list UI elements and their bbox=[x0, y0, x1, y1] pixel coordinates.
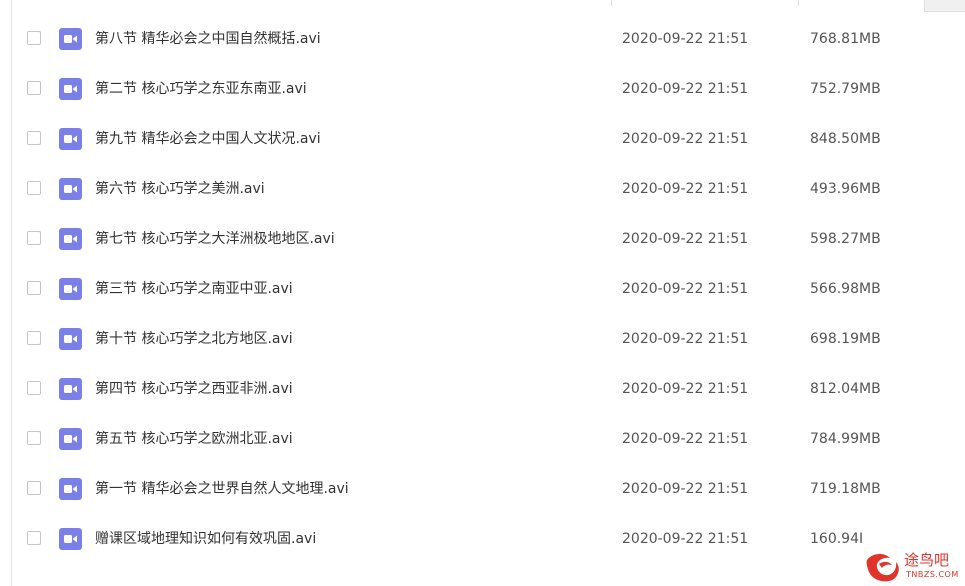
file-name[interactable]: 第五节 核心巧学之欧洲北亚.avi bbox=[95, 414, 293, 464]
video-file-icon bbox=[59, 378, 82, 400]
row-checkbox[interactable] bbox=[27, 431, 41, 445]
file-modified-date: 2020-09-22 21:51 bbox=[622, 281, 749, 297]
row-checkbox[interactable] bbox=[27, 81, 41, 95]
row-checkbox[interactable] bbox=[27, 381, 41, 395]
file-name[interactable]: 赠课区域地理知识如何有效巩固.avi bbox=[95, 514, 316, 564]
row-checkbox[interactable] bbox=[27, 181, 41, 195]
file-row[interactable]: 第十节 核心巧学之北方地区.avi 2020-09-22 21:51 698.1… bbox=[0, 314, 965, 364]
file-modified-date: 2020-09-22 21:51 bbox=[622, 431, 749, 447]
video-file-icon bbox=[59, 128, 82, 150]
file-row[interactable]: 第二节 核心巧学之东亚东南亚.avi 2020-09-22 21:51 752.… bbox=[0, 64, 965, 114]
video-file-icon bbox=[59, 228, 82, 250]
file-size: 160.94I bbox=[810, 531, 864, 547]
file-row[interactable]: 第一节 精华必会之世界自然人文地理.avi 2020-09-22 21:51 7… bbox=[0, 464, 965, 514]
file-size: 120B bbox=[810, 0, 846, 14]
file-row[interactable]: 第七节 核心巧学之大洋洲极地地区.avi 2020-09-22 21:51 59… bbox=[0, 214, 965, 264]
file-name[interactable]: 第一节 精华必会之世界自然人文地理.avi bbox=[95, 464, 349, 514]
watermark-text: 途鸟吧 bbox=[904, 551, 950, 569]
file-modified-date: 2020-09-22 21:51 bbox=[622, 181, 749, 197]
file-row[interactable]: 第九节 精华必会之中国人文状况.avi 2020-09-22 21:51 848… bbox=[0, 114, 965, 164]
file-modified-date: 2020-09-22 21:51 bbox=[622, 231, 749, 247]
video-file-icon bbox=[59, 178, 82, 200]
file-name[interactable]: 第四节 核心巧学之西亚非洲.avi bbox=[95, 364, 293, 414]
file-size: 848.50MB bbox=[810, 131, 881, 147]
file-modified-date: 2020-09-22 21:51 bbox=[622, 131, 749, 147]
file-modified-date: 2020-09-22 21:52 bbox=[622, 0, 748, 14]
row-checkbox[interactable] bbox=[27, 531, 41, 545]
file-size: 719.18MB bbox=[810, 481, 881, 497]
file-name[interactable]: 第七节 核心巧学之大洋洲极地地区.avi bbox=[95, 214, 335, 264]
watermark: 途鸟吧 TNBZS.COM bbox=[858, 546, 965, 586]
video-file-icon bbox=[59, 78, 82, 100]
file-name[interactable]: 第九节 精华必会之中国人文状况.avi bbox=[95, 114, 321, 164]
file-row[interactable]: 第三节 核心巧学之南亚中亚.avi 2020-09-22 21:51 566.9… bbox=[0, 264, 965, 314]
file-row[interactable]: 第五节 核心巧学之欧洲北亚.avi 2020-09-22 21:51 784.9… bbox=[0, 414, 965, 464]
file-name[interactable]: 第二节 核心巧学之东亚东南亚.avi bbox=[95, 64, 307, 114]
file-size: 598.27MB bbox=[810, 231, 881, 247]
video-file-icon bbox=[59, 328, 82, 350]
video-file-icon bbox=[59, 28, 82, 50]
file-size: 768.81MB bbox=[810, 31, 881, 47]
file-name[interactable]: 上课笔记.url bbox=[95, 0, 174, 14]
file-name[interactable]: 第八节 精华必会之中国自然概括.avi bbox=[95, 14, 321, 64]
file-size: 566.98MB bbox=[810, 281, 881, 297]
video-file-icon bbox=[59, 278, 82, 300]
file-size: 784.99MB bbox=[810, 431, 881, 447]
bird-logo-icon bbox=[866, 554, 899, 582]
file-modified-date: 2020-09-22 21:51 bbox=[622, 481, 749, 497]
row-checkbox[interactable] bbox=[27, 481, 41, 495]
file-name[interactable]: 第六节 核心巧学之美洲.avi bbox=[95, 164, 265, 214]
watermark-domain: TNBZS.COM bbox=[906, 570, 959, 579]
row-checkbox[interactable] bbox=[27, 281, 41, 295]
row-checkbox[interactable] bbox=[27, 31, 41, 45]
file-size: 812.04MB bbox=[810, 381, 881, 397]
file-name[interactable]: 第十节 核心巧学之北方地区.avi bbox=[95, 314, 293, 364]
row-checkbox[interactable] bbox=[27, 131, 41, 145]
file-size: 698.19MB bbox=[810, 331, 881, 347]
file-modified-date: 2020-09-22 21:51 bbox=[622, 81, 749, 97]
row-checkbox[interactable] bbox=[27, 231, 41, 245]
file-modified-date: 2020-09-22 21:51 bbox=[622, 31, 749, 47]
file-size: 752.79MB bbox=[810, 81, 881, 97]
file-row[interactable]: 赠课区域地理知识如何有效巩固.avi 2020-09-22 21:51 160.… bbox=[0, 514, 965, 564]
file-list: 上课笔记.url 2020-09-22 21:52 120B 第八节 精华必会之… bbox=[0, 0, 965, 564]
file-size: 493.96MB bbox=[810, 181, 881, 197]
file-name[interactable]: 第三节 核心巧学之南亚中亚.avi bbox=[95, 264, 293, 314]
file-row[interactable]: 第四节 核心巧学之西亚非洲.avi 2020-09-22 21:51 812.0… bbox=[0, 364, 965, 414]
file-row[interactable]: 第八节 精华必会之中国自然概括.avi 2020-09-22 21:51 768… bbox=[0, 14, 965, 64]
file-modified-date: 2020-09-22 21:51 bbox=[622, 381, 749, 397]
video-file-icon bbox=[59, 528, 82, 550]
file-row[interactable]: 上课笔记.url 2020-09-22 21:52 120B bbox=[0, 0, 965, 14]
file-modified-date: 2020-09-22 21:51 bbox=[622, 531, 749, 547]
row-checkbox[interactable] bbox=[27, 331, 41, 345]
video-file-icon bbox=[59, 428, 82, 450]
video-file-icon bbox=[59, 478, 82, 500]
file-row[interactable]: 第六节 核心巧学之美洲.avi 2020-09-22 21:51 493.96M… bbox=[0, 164, 965, 214]
file-modified-date: 2020-09-22 21:51 bbox=[622, 331, 749, 347]
